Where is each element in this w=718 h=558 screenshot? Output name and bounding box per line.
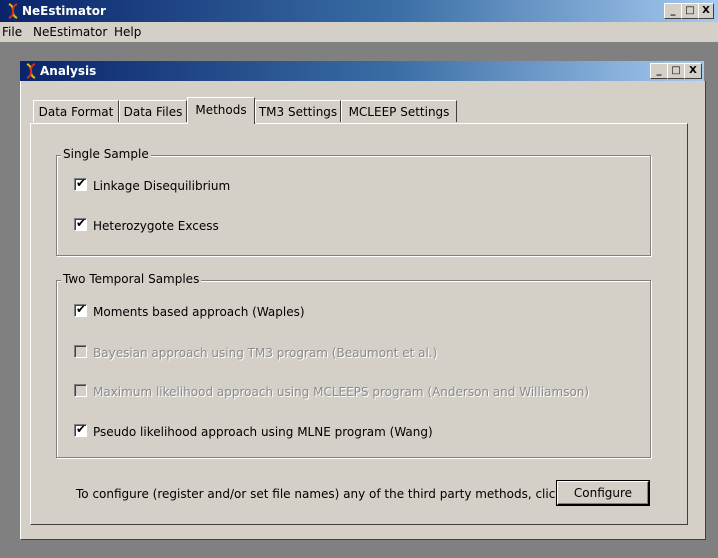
maximum-likelihood-label: Maximum likelihood approach using MCLEEP… (93, 385, 590, 399)
maximize-button[interactable]: □ (681, 3, 699, 19)
maximum-likelihood-checkbox (74, 384, 87, 397)
tab-data-format[interactable]: Data Format (33, 100, 119, 122)
analysis-titlebar[interactable]: Analysis _ □ X (20, 61, 704, 81)
analysis-close-button[interactable]: X (684, 63, 702, 79)
heterozygote-excess-option[interactable]: ✔ Heterozygote Excess (74, 216, 219, 233)
heterozygote-excess-checkbox[interactable]: ✔ (74, 216, 87, 231)
tab-tm3-settings[interactable]: TM3 Settings (255, 100, 341, 122)
moments-approach-checkbox[interactable]: ✔ (74, 302, 87, 317)
linkage-disequilibrium-option[interactable]: ✔ Linkage Disequilibrium (74, 176, 231, 193)
app-title: NeEstimator (22, 4, 106, 18)
analysis-title: Analysis (40, 64, 97, 78)
bayesian-approach-label: Bayesian approach using TM3 program (Bea… (93, 346, 438, 360)
configure-button[interactable]: Configure (557, 481, 649, 505)
analysis-minimize-button[interactable]: _ (650, 63, 668, 79)
dna-icon (6, 3, 20, 22)
minimize-button[interactable]: _ (664, 3, 682, 19)
pseudo-likelihood-label: Pseudo likelihood approach using MLNE pr… (93, 425, 433, 439)
moments-approach-label: Moments based approach (Waples) (93, 305, 305, 319)
single-sample-group (56, 155, 651, 256)
heterozygote-excess-label: Heterozygote Excess (93, 219, 219, 233)
dna-icon (24, 63, 38, 82)
single-sample-label: Single Sample (61, 147, 151, 161)
menu-neestimator[interactable]: NeEstimator (33, 25, 107, 39)
bayesian-approach-checkbox (74, 345, 87, 358)
moments-approach-option[interactable]: ✔ Moments based approach (Waples) (74, 302, 305, 319)
linkage-disequilibrium-checkbox[interactable]: ✔ (74, 176, 87, 191)
pseudo-likelihood-option[interactable]: ✔ Pseudo likelihood approach using MLNE p… (74, 422, 433, 439)
check-mark-icon: ✔ (76, 302, 87, 316)
check-mark-icon: ✔ (76, 176, 87, 190)
close-button[interactable]: X (698, 3, 714, 19)
tab-data-files[interactable]: Data Files (119, 100, 187, 122)
bayesian-approach-option: Bayesian approach using TM3 program (Bea… (74, 345, 437, 360)
linkage-disequilibrium-label: Linkage Disequilibrium (93, 179, 231, 193)
pseudo-likelihood-checkbox[interactable]: ✔ (74, 422, 87, 437)
analysis-maximize-button[interactable]: □ (667, 63, 685, 79)
app-titlebar[interactable]: NeEstimator _ □ X (0, 0, 718, 22)
tab-methods[interactable]: Methods (187, 97, 255, 124)
maximum-likelihood-option: Maximum likelihood approach using MCLEEP… (74, 384, 589, 399)
two-temporal-label: Two Temporal Samples (61, 272, 202, 286)
menu-bar: File NeEstimator Help (0, 22, 718, 42)
check-mark-icon: ✔ (76, 422, 87, 436)
menu-help[interactable]: Help (114, 25, 141, 39)
menu-file[interactable]: File (2, 25, 22, 39)
check-mark-icon: ✔ (76, 216, 87, 230)
configure-instructions: To configure (register and/or set file n… (76, 487, 598, 501)
tab-mcleep-settings[interactable]: MCLEEP Settings (341, 100, 457, 122)
